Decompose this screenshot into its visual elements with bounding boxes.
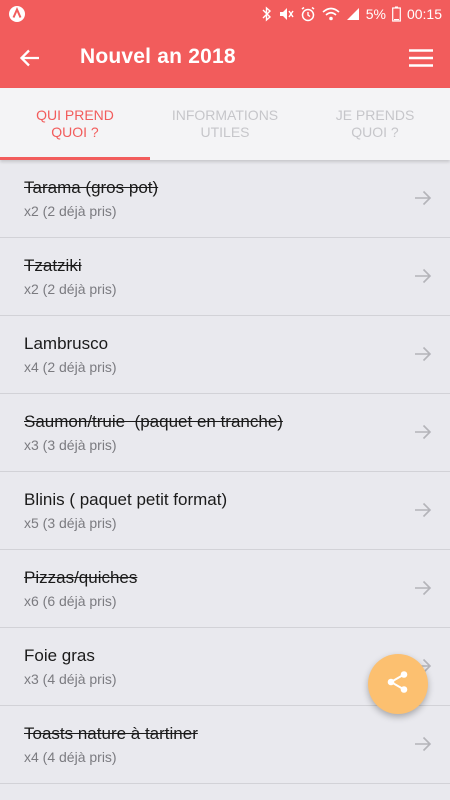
page-title: Nouvel an 2018	[80, 45, 236, 68]
arrow-right-icon	[414, 344, 432, 364]
item-quantity: x5 (3 déjà pris)	[24, 515, 117, 531]
bluetooth-icon	[262, 6, 272, 22]
arrow-right-icon	[414, 422, 432, 442]
item-quantity: x4 (4 déjà pris)	[24, 749, 117, 765]
tab-bar: QUI PREND QUOI ? INFORMATIONS UTILES JE …	[0, 88, 450, 160]
list-item[interactable]: Tarama (gros pot) x2 (2 déjà pris)	[0, 160, 450, 238]
item-name: Saumon/truie (paquet en tranche)	[24, 412, 283, 431]
arrow-right-icon	[414, 266, 432, 286]
wifi-icon	[322, 6, 340, 22]
app-notification-icon	[8, 5, 26, 23]
share-icon	[385, 669, 411, 700]
back-arrow-icon[interactable]	[16, 44, 44, 72]
arrow-right-icon	[414, 500, 432, 520]
arrow-right-icon	[414, 734, 432, 754]
list-item[interactable]: Toasts nature à tartiner x4 (4 déjà pris…	[0, 706, 450, 784]
item-quantity: x6 (6 déjà pris)	[24, 593, 117, 609]
item-name: Pizzas/quiches	[24, 568, 138, 587]
item-quantity: x3 (3 déjà pris)	[24, 437, 117, 453]
list-item[interactable]: Saumon/truie (paquet en tranche) x3 (3 d…	[0, 394, 450, 472]
item-name: Tarama (gros pot)	[24, 178, 159, 197]
list-item[interactable]: Pizzas/quiches x6 (6 déjà pris)	[0, 550, 450, 628]
mute-icon	[278, 6, 294, 22]
signal-icon	[346, 7, 360, 21]
status-bar: 5% 00:15	[0, 0, 450, 28]
battery-percent: 5%	[365, 6, 386, 22]
item-quantity: x4 (2 déjà pris)	[24, 359, 117, 375]
item-name: Blinis ( paquet petit format)	[24, 490, 228, 509]
arrow-right-icon	[414, 578, 432, 598]
item-quantity: x2 (2 déjà pris)	[24, 203, 117, 219]
tab-informations-utiles[interactable]: INFORMATIONS UTILES	[150, 88, 300, 160]
active-tab-indicator	[0, 157, 150, 160]
item-name: Tzatziki	[24, 256, 82, 275]
list-item[interactable]: Tzatziki x2 (2 déjà pris)	[0, 238, 450, 316]
alarm-icon	[300, 6, 316, 22]
share-button[interactable]	[368, 654, 428, 714]
item-name: Lambrusco	[24, 334, 109, 353]
clock-time: 00:15	[406, 6, 442, 22]
app-bar: Nouvel an 2018	[0, 28, 450, 88]
arrow-right-icon	[414, 188, 432, 208]
item-quantity: x2 (2 déjà pris)	[24, 281, 117, 297]
tab-qui-prend-quoi[interactable]: QUI PREND QUOI ?	[0, 88, 150, 160]
item-quantity: x3 (4 déjà pris)	[24, 671, 117, 687]
hamburger-menu-icon[interactable]	[406, 44, 436, 72]
list-item[interactable]: Lambrusco x4 (2 déjà pris)	[0, 316, 450, 394]
list-item[interactable]: Blinis ( paquet petit format) x5 (3 déjà…	[0, 472, 450, 550]
tab-je-prends-quoi[interactable]: JE PRENDS QUOI ?	[300, 88, 450, 160]
item-name: Toasts nature à tartiner	[24, 724, 198, 743]
battery-icon	[392, 6, 401, 22]
item-name: Foie gras	[24, 646, 95, 665]
